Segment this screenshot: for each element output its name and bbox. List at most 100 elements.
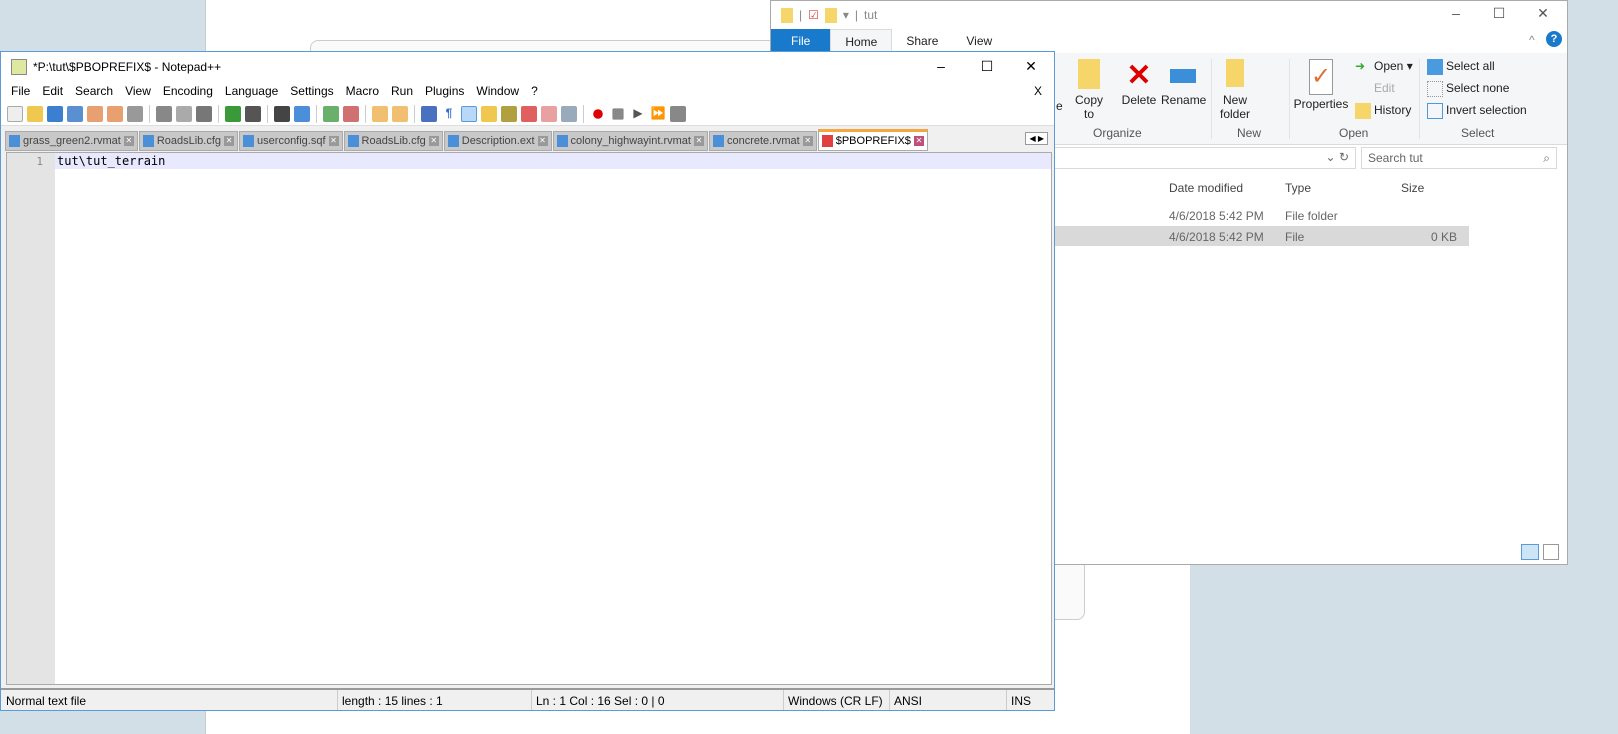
- window-title: *P:\tut\$PBOPREFIX$ - Notepad++: [33, 60, 222, 74]
- sync-vertical-icon[interactable]: [372, 105, 388, 122]
- tab-userconfig[interactable]: userconfig.sqf ✕: [239, 131, 343, 151]
- tab-scroll-arrows[interactable]: ◀ ▶: [1025, 132, 1048, 145]
- run-macro-multiple-icon[interactable]: ⏩: [650, 106, 666, 122]
- copy-icon[interactable]: [176, 105, 192, 122]
- new-folder-button[interactable]: New folder: [1217, 59, 1253, 121]
- file-icon: [142, 135, 154, 147]
- minimize-button[interactable]: –: [921, 58, 961, 74]
- menu-macro[interactable]: Macro: [340, 82, 385, 102]
- column-type[interactable]: Type: [1285, 181, 1311, 195]
- address-bar[interactable]: ⌄ ↻: [1051, 147, 1356, 169]
- sync-horizontal-icon[interactable]: [392, 105, 408, 122]
- tab-grass-green2[interactable]: grass_green2.rvmat ✕: [5, 131, 138, 151]
- properties-quick-icon[interactable]: ☑: [808, 8, 819, 22]
- current-line[interactable]: tut\tut_terrain: [55, 153, 1051, 169]
- help-icon[interactable]: ?: [1546, 31, 1562, 47]
- tab-roadslib-cfg[interactable]: RoadsLib.cfg ✕: [138, 131, 239, 151]
- new-file-icon[interactable]: [7, 105, 23, 122]
- collapse-ribbon-icon[interactable]: ^: [1529, 33, 1535, 47]
- column-date-modified[interactable]: Date modified: [1169, 181, 1243, 195]
- close-tab-icon[interactable]: ✕: [537, 136, 548, 146]
- redo-icon[interactable]: [245, 105, 261, 122]
- menu-help[interactable]: ?: [525, 82, 544, 102]
- save-all-icon[interactable]: [67, 105, 83, 122]
- move-to-label[interactable]: e: [1056, 99, 1063, 113]
- save-macro-icon[interactable]: [670, 105, 686, 122]
- close-document-button[interactable]: X: [1028, 82, 1048, 100]
- play-macro-icon[interactable]: ▶: [630, 106, 646, 122]
- menu-window[interactable]: Window: [470, 82, 525, 102]
- tab-pboprefix[interactable]: $PBOPREFIX$ ✕: [817, 129, 928, 151]
- replace-icon[interactable]: [294, 105, 310, 122]
- menu-plugins[interactable]: Plugins: [419, 82, 470, 102]
- text-editor[interactable]: 1 tut\tut_terrain: [6, 152, 1052, 685]
- menu-settings[interactable]: Settings: [284, 82, 339, 102]
- tab-description[interactable]: Description.ext ✕: [443, 131, 552, 151]
- menu-language[interactable]: Language: [219, 82, 284, 102]
- folder-as-workspace-icon[interactable]: [541, 105, 557, 122]
- menu-search[interactable]: Search: [69, 82, 119, 102]
- close-button[interactable]: ✕: [1011, 58, 1051, 75]
- ribbon-tab-share[interactable]: Share: [892, 29, 952, 53]
- tab-concrete[interactable]: concrete.rvmat ✕: [708, 131, 817, 151]
- function-list-icon[interactable]: [521, 105, 537, 122]
- undo-icon[interactable]: [225, 105, 241, 122]
- word-wrap-icon[interactable]: [421, 105, 437, 122]
- language-icon[interactable]: [481, 105, 497, 122]
- ribbon-tab-home[interactable]: Home: [830, 29, 893, 53]
- search-input[interactable]: Search tut ⌕: [1361, 147, 1557, 169]
- history-button[interactable]: History: [1355, 103, 1411, 119]
- select-none-button[interactable]: Select none: [1427, 81, 1509, 97]
- save-icon[interactable]: [47, 105, 63, 122]
- copy-to-button[interactable]: Copy to: [1071, 59, 1107, 121]
- menu-view[interactable]: View: [119, 82, 157, 102]
- close-tab-icon[interactable]: ✕: [224, 136, 235, 146]
- close-button[interactable]: ✕: [1523, 5, 1563, 22]
- paste-icon[interactable]: [196, 105, 212, 122]
- close-tab-icon[interactable]: ✕: [428, 136, 439, 146]
- invert-selection-button[interactable]: Invert selection: [1427, 103, 1527, 119]
- close-tab-icon[interactable]: ✕: [802, 136, 813, 146]
- select-all-button[interactable]: Select all: [1427, 59, 1495, 75]
- edit-button[interactable]: Edit: [1355, 81, 1395, 97]
- open-button[interactable]: ➜ Open ▾: [1355, 59, 1413, 75]
- zoom-in-icon[interactable]: [323, 105, 339, 122]
- column-size[interactable]: Size: [1401, 181, 1424, 195]
- cut-icon[interactable]: [156, 105, 172, 122]
- menu-run[interactable]: Run: [385, 82, 419, 102]
- rename-button[interactable]: Rename: [1161, 59, 1206, 107]
- close-tab-icon[interactable]: ✕: [913, 136, 924, 146]
- minimize-button[interactable]: –: [1436, 5, 1476, 21]
- ribbon-tab-file[interactable]: File: [771, 29, 831, 53]
- maximize-button[interactable]: ☐: [1479, 5, 1519, 22]
- record-macro-icon[interactable]: [593, 108, 603, 119]
- customize-quick-access-icon[interactable]: ▾: [843, 8, 849, 22]
- find-icon[interactable]: [274, 105, 290, 122]
- large-icons-view-icon[interactable]: [1543, 544, 1559, 560]
- stop-macro-icon[interactable]: [612, 107, 624, 120]
- refresh-icon[interactable]: ↻: [1339, 150, 1349, 164]
- tab-colony-highwayint[interactable]: colony_highwayint.rvmat ✕: [552, 131, 708, 151]
- ribbon-tab-view[interactable]: View: [952, 29, 1006, 53]
- indent-guide-icon[interactable]: [461, 105, 477, 122]
- close-tab-icon[interactable]: ✕: [123, 136, 134, 146]
- close-all-icon[interactable]: [107, 105, 123, 122]
- menu-file[interactable]: File: [5, 82, 36, 102]
- zoom-out-icon[interactable]: [343, 105, 359, 122]
- show-all-characters-icon[interactable]: ¶: [441, 106, 457, 122]
- close-tab-icon[interactable]: ✕: [693, 136, 704, 146]
- close-icon[interactable]: [87, 105, 103, 122]
- open-file-icon[interactable]: [27, 105, 43, 122]
- menu-edit[interactable]: Edit: [36, 82, 69, 102]
- close-tab-icon[interactable]: ✕: [328, 136, 339, 146]
- document-map-icon[interactable]: [501, 105, 517, 122]
- properties-button[interactable]: ✓ Properties: [1293, 59, 1349, 111]
- new-folder-quick-icon[interactable]: [824, 7, 837, 23]
- monitoring-icon[interactable]: [561, 105, 577, 122]
- maximize-button[interactable]: ☐: [967, 58, 1007, 75]
- tab-roadslib-cfg-2[interactable]: RoadsLib.cfg ✕: [343, 131, 443, 151]
- details-view-icon[interactable]: [1521, 544, 1539, 560]
- delete-button[interactable]: ✕ Delete: [1119, 59, 1159, 107]
- print-icon[interactable]: [127, 105, 143, 122]
- menu-encoding[interactable]: Encoding: [157, 82, 219, 102]
